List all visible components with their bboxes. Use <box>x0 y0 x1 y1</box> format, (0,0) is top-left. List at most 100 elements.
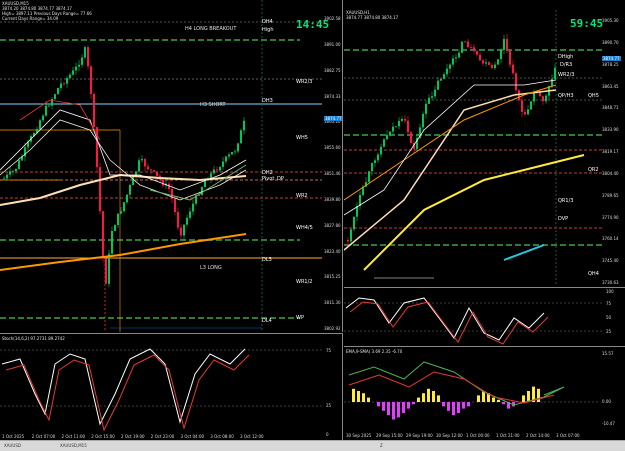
time-tick-label: 30 Sep 2025 <box>346 433 372 438</box>
left-chart-canvas[interactable] <box>0 0 342 332</box>
right-price-chart[interactable]: XAUUSD,H1 3874.77 3874.80 3874.17 59:45 … <box>344 0 625 286</box>
tag-qh5: QH5 <box>588 93 599 99</box>
right-candle <box>473 47 475 51</box>
r-stoch-k-line <box>345 297 545 341</box>
left-candle <box>192 203 194 212</box>
right-candle <box>542 96 544 102</box>
osc-histogram-bar <box>462 402 465 409</box>
left-candle <box>144 159 146 167</box>
r-cyan-line <box>503 244 545 261</box>
price-tick-label: 3823.40 <box>324 248 341 254</box>
right-candle <box>494 64 496 69</box>
left-candle <box>219 166 221 171</box>
osc-histogram-bar <box>492 397 495 402</box>
tag-qh4: QH4 <box>588 271 599 277</box>
left-candle <box>222 161 224 167</box>
right-chart-canvas[interactable] <box>344 0 625 286</box>
right-chart-header: XAUUSD,H1 3874.77 3874.80 3874.17 <box>346 10 398 20</box>
left-candle <box>126 194 128 203</box>
left-candle <box>177 211 179 228</box>
right-candle <box>350 229 352 242</box>
left-price-chart[interactable]: XAUUSD,M15 3874.20 3874.80 3874.77 3874.… <box>0 0 343 332</box>
osc-histogram-bar <box>437 395 440 402</box>
h3-short-label: H3 SHORT <box>200 102 226 108</box>
left-candle <box>6 174 8 179</box>
right-candle <box>389 131 391 136</box>
left-candle <box>48 105 50 107</box>
osc-histogram-bar <box>522 395 525 402</box>
right-osc-canvas <box>344 361 600 420</box>
price-tick-label: 3827.80 <box>324 222 341 228</box>
left-stoch-canvas <box>0 348 322 432</box>
right-candle <box>380 146 382 155</box>
tag-wr1-2: WR1/2 <box>296 279 313 285</box>
right-candle <box>512 64 514 74</box>
left-candle <box>81 57 83 65</box>
left-candle <box>243 120 245 131</box>
tag-dhigh: DHigh <box>558 54 574 60</box>
right-ohlc-label: 3874.77 3874.80 3874.17 <box>346 15 399 20</box>
time-tick-label: 1 Oct 21:00 <box>496 433 520 438</box>
tag-dp: DP <box>277 176 284 182</box>
tag-wh5: WH5 <box>296 135 308 141</box>
right-candle <box>506 38 508 51</box>
tag-wr2: WR2 <box>296 193 308 199</box>
time-tick-label: 2 Oct 23:00 <box>150 434 175 439</box>
left-candle <box>117 213 119 226</box>
left-candle <box>162 179 164 186</box>
right-candle <box>431 96 433 98</box>
left-candle <box>114 225 116 231</box>
right-candle <box>470 46 472 48</box>
chart-tab-bar[interactable]: XAUUSD XAUUSD,M15 Z <box>0 440 625 451</box>
price-tick-label: 3882.75 <box>324 67 341 73</box>
osc-histogram-bar <box>407 402 410 409</box>
left-candle <box>54 94 56 99</box>
left-current-price-marker: 3874.77 <box>324 116 342 121</box>
right-candle <box>554 67 556 79</box>
r-ma-orange-line <box>344 84 557 201</box>
right-candle <box>518 90 520 101</box>
right-osc-level-top: 15.57 <box>602 351 614 356</box>
price-tick-label: 3848.71 <box>602 105 619 111</box>
right-candle <box>410 132 412 143</box>
osc-histogram-bar <box>397 402 400 418</box>
right-candle <box>467 41 469 47</box>
tag-dl3: DL3 <box>262 257 272 263</box>
left-stochastic-panel[interactable]: Stoch(14,6,2) 97.2731 89.2742 75 25 0 1 … <box>0 333 343 441</box>
left-candle <box>147 166 149 170</box>
left-candle <box>141 159 143 161</box>
right-oscillator-panel[interactable]: EMA,9-SMA) 3.69 2.35 -6.70 15.57 0.00 -1… <box>344 346 625 441</box>
tab-xauusd[interactable]: XAUUSD <box>4 442 21 450</box>
tab-z[interactable]: Z <box>380 442 383 450</box>
price-tick-label: 3833.90 <box>602 127 619 133</box>
price-tick-label: 3851.46 <box>324 171 341 176</box>
left-candle <box>105 258 107 284</box>
left-candle <box>123 202 125 212</box>
right-stochastic-panel[interactable]: 100 75 50 25 <box>344 287 625 346</box>
price-tick-label: 3890.70 <box>602 39 619 45</box>
tag-qp-h3: QP/H3 <box>558 93 574 99</box>
price-tick-label: 3863.45 <box>602 83 619 89</box>
right-candle <box>464 41 466 43</box>
time-tick-label: 3 Oct 04:00 <box>180 434 205 439</box>
left-candle <box>201 187 203 195</box>
ma-green-line <box>149 164 247 201</box>
osc-histogram-bar <box>412 402 415 405</box>
left-candle <box>63 83 65 85</box>
left-candle <box>9 171 11 175</box>
time-tick-label: 30 Sep 12:00 <box>436 433 463 438</box>
tab-xauusd-m15[interactable]: XAUUSD,M15 <box>60 442 87 450</box>
osc-histogram-bar <box>422 393 425 402</box>
left-candle <box>72 70 74 75</box>
right-candle <box>401 118 403 121</box>
right-osc-level-zero: 0.00 <box>602 399 611 404</box>
tag-pivot: Pivot <box>262 176 275 182</box>
right-candle <box>353 216 355 230</box>
right-candle <box>527 109 529 115</box>
right-candle <box>533 92 535 102</box>
right-candle <box>449 64 451 69</box>
left-candle <box>87 47 89 67</box>
price-tick-label: 3891.00 <box>324 41 341 47</box>
osc-histogram-bar <box>367 397 370 402</box>
right-candle <box>488 62 490 65</box>
